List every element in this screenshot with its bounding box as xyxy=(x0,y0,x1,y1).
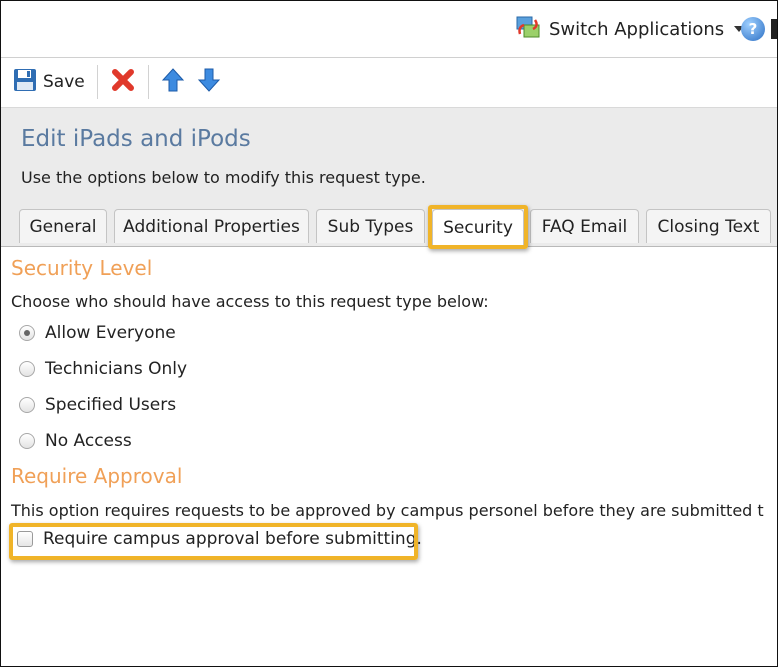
help-icon[interactable]: ? xyxy=(741,17,765,41)
floppy-disk-icon xyxy=(13,68,37,96)
radio-specified-users[interactable]: Specified Users xyxy=(19,395,176,415)
radio-button[interactable] xyxy=(19,397,35,413)
top-bar: Switch Applications ? xyxy=(1,1,777,58)
radio-label: No Access xyxy=(45,431,132,451)
radio-label: Specified Users xyxy=(45,395,177,415)
delete-button[interactable] xyxy=(104,64,142,100)
security-level-heading: Security Level xyxy=(11,256,153,280)
move-up-button[interactable] xyxy=(155,64,191,100)
switch-applications-label: Switch Applications xyxy=(549,18,725,40)
tab-security[interactable]: Security xyxy=(432,209,524,245)
window-frame: Switch Applications ? Save Edit iPads an… xyxy=(0,0,778,667)
radio-allow-everyone[interactable]: Allow Everyone xyxy=(19,323,176,343)
radio-button[interactable] xyxy=(19,325,35,341)
move-down-button[interactable] xyxy=(191,64,227,100)
arrow-up-icon xyxy=(161,67,185,97)
radio-button[interactable] xyxy=(19,361,35,377)
radio-label: Technicians Only xyxy=(45,359,188,379)
delete-x-icon xyxy=(110,67,136,97)
save-label: Save xyxy=(43,72,85,92)
page-title: Edit iPads and iPods xyxy=(21,126,251,152)
require-approval-checkbox-row[interactable]: Require campus approval before submittin… xyxy=(17,529,422,549)
security-level-description: Choose who should have access to this re… xyxy=(11,292,489,311)
truncated-menu-item xyxy=(771,19,777,39)
radio-no-access[interactable]: No Access xyxy=(19,431,132,451)
switch-applications-button[interactable]: Switch Applications xyxy=(515,14,745,44)
tab-faq-email[interactable]: FAQ Email xyxy=(530,209,639,243)
switch-applications-icon xyxy=(515,14,541,44)
toolbar-divider xyxy=(96,65,98,99)
radio-label: Allow Everyone xyxy=(45,323,176,343)
tab-general[interactable]: General xyxy=(19,209,107,243)
toolbar-divider xyxy=(147,65,149,99)
require-approval-heading: Require Approval xyxy=(11,464,183,488)
radio-button[interactable] xyxy=(19,433,35,449)
require-approval-description: This option requires requests to be appr… xyxy=(11,501,764,520)
toolbar: Save xyxy=(1,58,777,106)
tab-closing-text[interactable]: Closing Text xyxy=(646,209,771,243)
require-approval-label: Require campus approval before submittin… xyxy=(43,529,422,549)
arrow-down-icon xyxy=(197,67,221,97)
tab-sub-types[interactable]: Sub Types xyxy=(316,209,425,243)
page-subtitle: Use the options below to modify this req… xyxy=(21,168,426,187)
require-approval-checkbox[interactable] xyxy=(17,531,33,547)
radio-technicians-only[interactable]: Technicians Only xyxy=(19,359,187,379)
save-button[interactable]: Save xyxy=(7,64,91,100)
tab-additional-properties[interactable]: Additional Properties xyxy=(114,209,309,243)
